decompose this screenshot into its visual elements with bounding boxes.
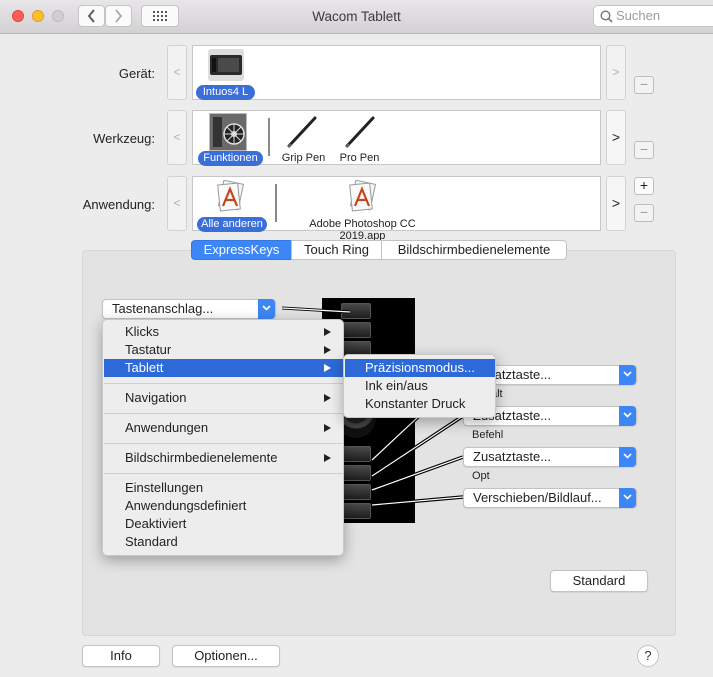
chevron-down-icon [258, 299, 275, 319]
menu-item-screen-controls[interactable]: Bildschirmbedienelemente [104, 449, 343, 467]
menu-separator [104, 413, 343, 414]
menu-item-applications[interactable]: Anwendungen [104, 419, 343, 437]
expresskey-7-popup-value: Zusatztaste... [473, 449, 552, 464]
standard-button[interactable]: Standard [550, 570, 648, 592]
submenu-item-constant-pressure[interactable]: Konstanter Druck [345, 395, 495, 413]
submenu-item-ink-toggle[interactable]: Ink ein/aus [345, 377, 495, 395]
submenu-arrow-icon [324, 394, 331, 402]
chevron-down-icon [619, 365, 636, 385]
chevron-down-icon [619, 488, 636, 508]
expresskey-1-popup[interactable]: Tastenanschlag... [102, 299, 276, 319]
menu-item-keyboard[interactable]: Tastatur [104, 341, 343, 359]
menu-item-label: Anwendungen [125, 420, 209, 435]
submenu-arrow-icon [324, 454, 331, 462]
menu-item-disabled[interactable]: Deaktiviert [104, 515, 343, 533]
submenu-arrow-icon [324, 364, 331, 372]
submenu-item-precision-mode[interactable]: Präzisionsmodus... [345, 359, 495, 377]
expresskey-8-popup-value: Verschieben/Bildlauf... [473, 490, 602, 505]
expresskey-6-sublabel: Befehl [472, 429, 504, 441]
expresskey-7-popup[interactable]: Zusatztaste... [463, 447, 637, 467]
menu-item-navigation[interactable]: Navigation [104, 389, 343, 407]
menu-item-application-defined[interactable]: Anwendungsdefiniert [104, 497, 343, 515]
menu-item-label: Navigation [125, 390, 187, 405]
action-menu: Klicks Tastatur Tablett Navigation Anwen… [102, 319, 344, 556]
expresskey-7-sublabel: Opt [472, 470, 490, 482]
info-button[interactable]: Info [82, 645, 160, 667]
menu-item-label: Tastatur [125, 342, 172, 357]
menu-item-tablet[interactable]: Tablett [104, 359, 343, 377]
tablet-submenu: Präzisionsmodus... Ink ein/aus Konstante… [343, 354, 496, 418]
menu-item-label: Klicks [125, 324, 159, 339]
menu-item-label: Tablett [125, 360, 164, 375]
submenu-arrow-icon [324, 328, 331, 336]
expresskey-1-popup-value: Tastenanschlag... [112, 301, 214, 316]
submenu-arrow-icon [324, 346, 331, 354]
menu-item-clicks[interactable]: Klicks [104, 323, 343, 341]
options-button[interactable]: Optionen... [172, 645, 280, 667]
menu-item-settings[interactable]: Einstellungen [104, 479, 343, 497]
submenu-arrow-icon [324, 424, 331, 432]
menu-separator [104, 473, 343, 474]
menu-item-default[interactable]: Standard [104, 533, 343, 551]
help-button[interactable]: ? [637, 645, 659, 667]
chevron-down-icon [619, 406, 636, 426]
menu-separator [104, 383, 343, 384]
chevron-down-icon [619, 447, 636, 467]
menu-separator [104, 443, 343, 444]
expresskey-8-popup[interactable]: Verschieben/Bildlauf... [463, 488, 637, 508]
menu-item-label: Bildschirmbedienelemente [125, 450, 278, 465]
